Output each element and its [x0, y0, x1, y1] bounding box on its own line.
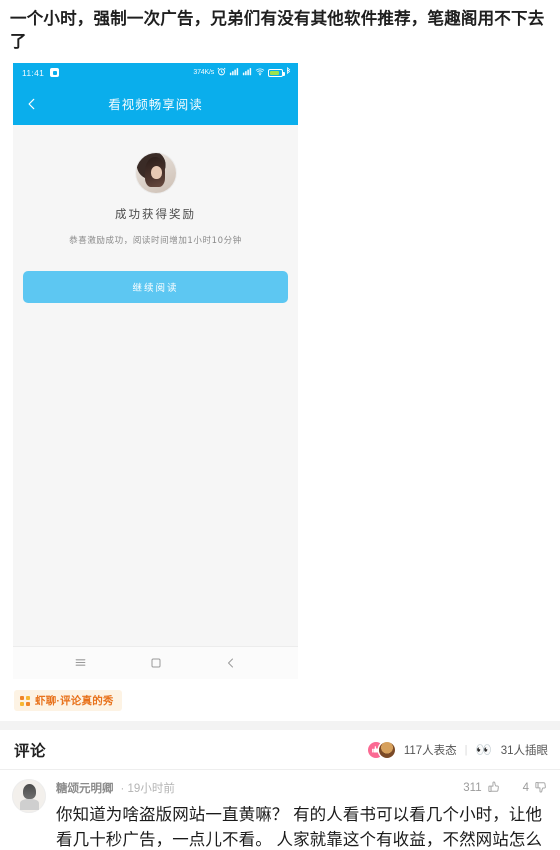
status-bar-network-speed: 374K/s: [193, 69, 214, 77]
thumbs-down-icon: [534, 780, 548, 797]
comments-title: 评论: [14, 742, 47, 760]
comments-header: 评论 117人表态 | 👀 31人插眼: [0, 730, 560, 771]
eyes-emoji-icon: 👀: [475, 742, 492, 758]
comment-timestamp: · 19小时前: [120, 783, 175, 796]
source-badge-row: 虾聊·评论真的秀: [0, 679, 560, 712]
alarm-icon: [217, 67, 226, 78]
comment-like-button[interactable]: 311: [463, 780, 500, 797]
source-badge-label: 虾聊·评论真的秀: [35, 695, 114, 708]
reward-panel: 成功获得奖励 恭喜激励成功，阅读时间增加1小时10分钟 继续阅读: [13, 124, 298, 646]
reward-title: 成功获得奖励: [115, 206, 196, 221]
app-bar-title: 看视频畅享阅读: [108, 97, 203, 113]
post-title: 一个小时，强制一次广告，兄弟们有没有其他软件推荐，笔趣阁用不下去了: [10, 10, 545, 52]
comment-dislike-button[interactable]: 4: [523, 780, 548, 797]
like-count: 311: [463, 782, 482, 795]
android-nav-bar: [13, 645, 298, 679]
reaction-avatars: [367, 741, 395, 758]
app-title-bar: 看视频畅享阅读: [13, 82, 298, 125]
thumbs-up-icon: [487, 780, 501, 797]
embedded-screenshot[interactable]: 11:41 374K/s 看视频畅享阅读 成功获得奖励 恭喜激励成功，阅读时间增…: [13, 62, 298, 679]
wifi-icon: [255, 67, 265, 78]
reactions-separator: |: [464, 743, 468, 756]
comment-author-name[interactable]: 糖颂元明卿: [56, 780, 114, 796]
dislike-count: 4: [522, 782, 529, 795]
comment-item[interactable]: 糖颂元明卿 · 19小时前 311 4 你知道为啥盗版网站一直黄嘛？ 有的人看书…: [0, 770, 560, 850]
bluetooth-icon: [286, 67, 291, 78]
back-chevron-icon[interactable]: [225, 657, 237, 669]
grid-dots-icon: [20, 695, 30, 706]
menu-icon[interactable]: [74, 656, 87, 669]
reward-subtitle: 恭喜激励成功，阅读时间增加1小时10分钟: [69, 235, 242, 246]
user-avatar: [135, 152, 176, 193]
reaction-count-label: 117人表态: [403, 744, 457, 757]
phone-status-bar: 11:41 374K/s: [13, 62, 298, 83]
reactions-summary[interactable]: 117人表态 | 👀 31人插眼: [367, 741, 548, 758]
comment-meta: 糖颂元明卿 · 19小时前 311 4: [56, 779, 548, 797]
section-divider: [0, 721, 560, 731]
continue-reading-button[interactable]: 继续阅读: [23, 270, 288, 303]
home-square-icon[interactable]: [150, 657, 162, 669]
signal-icon: [242, 67, 252, 78]
status-bar-notification-icon: [50, 68, 60, 78]
comment-avatar[interactable]: [12, 779, 46, 814]
status-bar-time: 11:41: [22, 67, 45, 78]
face-emoji-icon: [378, 741, 395, 758]
watch-count-label: 31人插眼: [500, 744, 548, 757]
comment-text: 你知道为啥盗版网站一直黄嘛？ 有的人看书可以看几个小时，让他看几十秒广告，一点儿…: [56, 806, 543, 850]
source-badge[interactable]: 虾聊·评论真的秀: [14, 690, 122, 712]
signal-icon: [229, 67, 239, 78]
battery-icon: [268, 68, 285, 77]
